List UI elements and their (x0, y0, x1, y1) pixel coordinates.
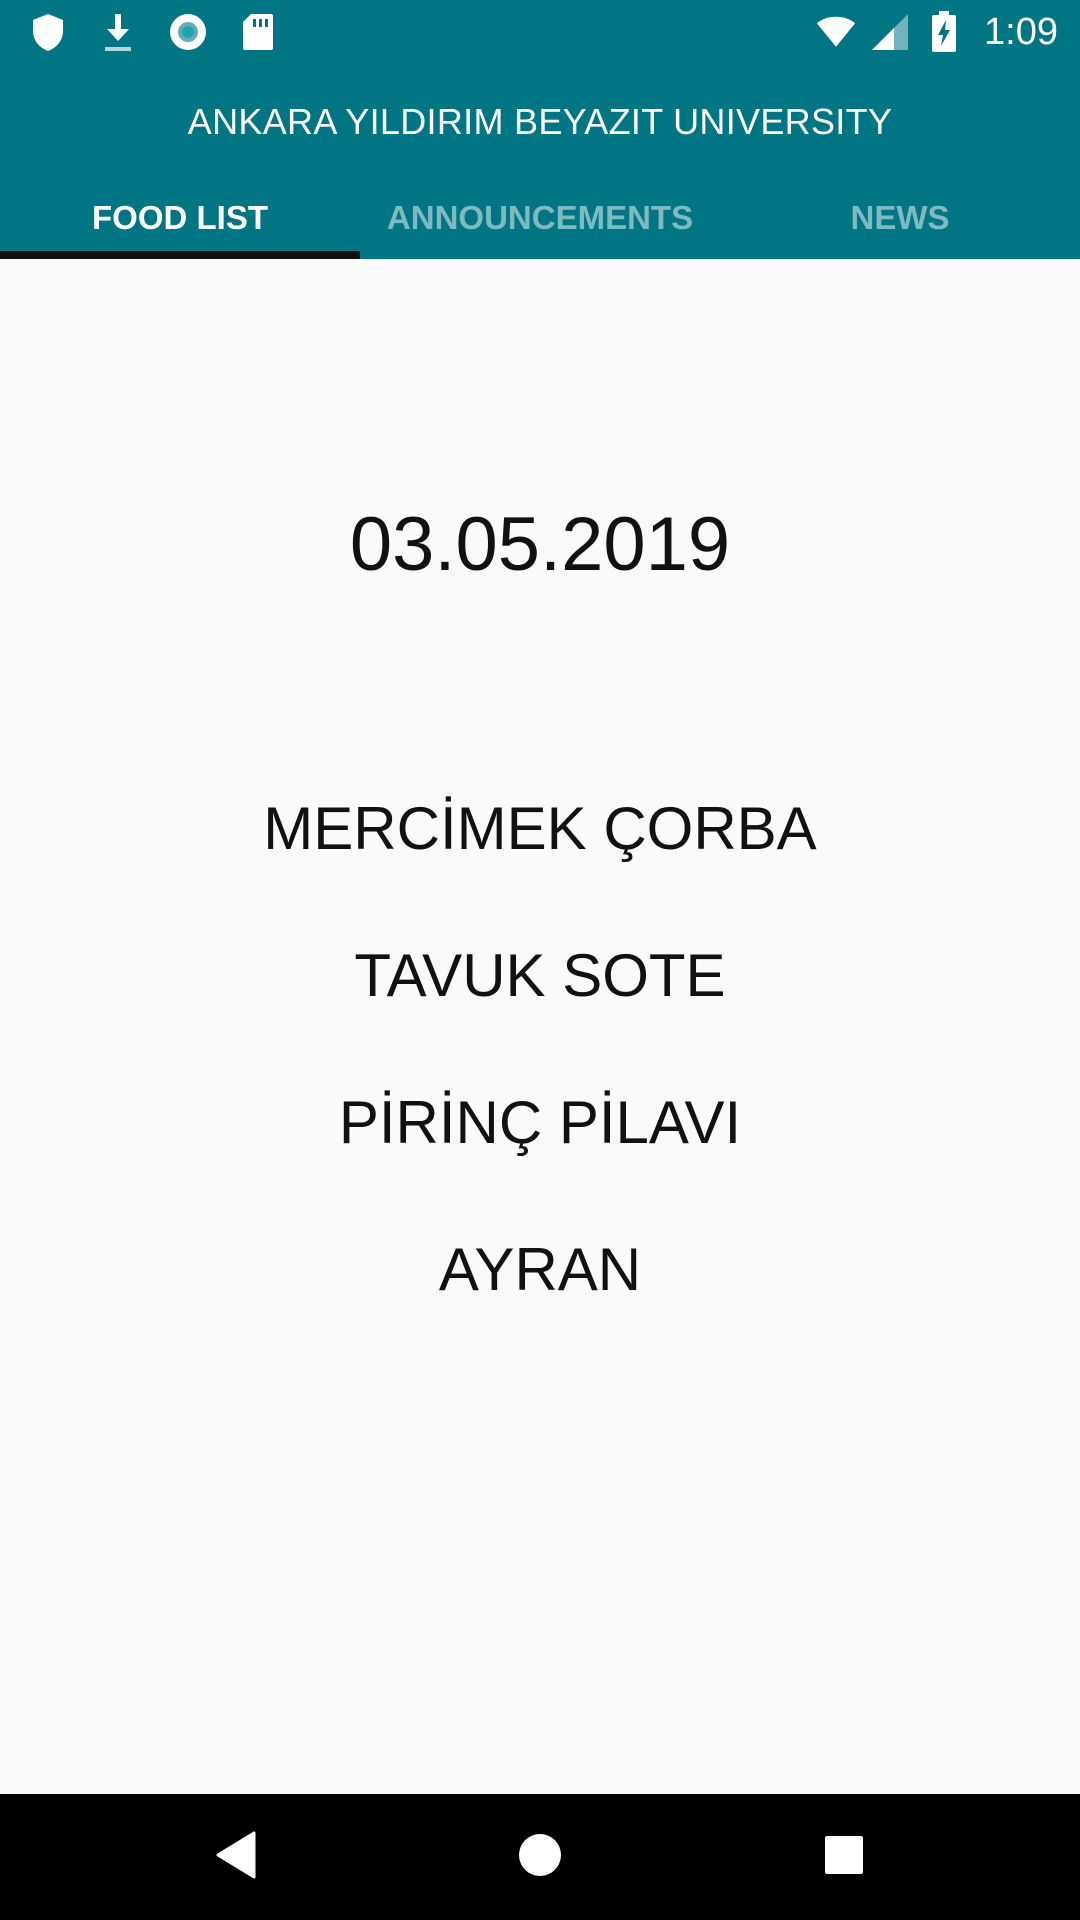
battery-charging-icon (924, 11, 964, 52)
food-list-page: 03.05.2019 MERCİMEK ÇORBA TAVUK SOTE PİR… (0, 259, 1080, 1794)
food-item: AYRAN (438, 1236, 642, 1303)
food-item: TAVUK SOTE (354, 942, 726, 1009)
shield-icon (28, 12, 68, 52)
back-icon (214, 1830, 258, 1885)
tab-food-list[interactable]: FOOD LIST (0, 199, 360, 259)
food-item: MERCİMEK ÇORBA (263, 795, 817, 862)
home-icon (518, 1833, 562, 1882)
food-item: PİRİNÇ PİLAVI (338, 1089, 742, 1156)
recents-button[interactable] (811, 1824, 877, 1890)
sd-card-icon (238, 12, 278, 52)
active-tab-indicator (0, 251, 360, 259)
back-button[interactable] (203, 1824, 269, 1890)
tab-news[interactable]: NEWS (720, 199, 1080, 259)
status-left-icons (28, 10, 278, 54)
download-icon (98, 12, 138, 52)
status-time: 1:09 (984, 11, 1058, 53)
menu-date: 03.05.2019 (349, 502, 731, 587)
screen: 1:09 ANKARA YILDIRIM BEYAZIT UNIVERSITY … (0, 0, 1080, 1920)
app-bar: ANKARA YILDIRIM BEYAZIT UNIVERSITY FOOD … (0, 63, 1080, 259)
home-button[interactable] (507, 1824, 573, 1890)
status-right-icons: 1:09 (816, 8, 1058, 56)
tab-bar: FOOD LIST ANNOUNCEMENTS NEWS (0, 199, 1080, 259)
recents-icon (824, 1835, 864, 1880)
food-list: MERCİMEK ÇORBA TAVUK SOTE PİRİNÇ PİLAVI … (0, 794, 1080, 1382)
tab-announcements[interactable]: ANNOUNCEMENTS (360, 199, 720, 259)
navigation-bar (0, 1794, 1080, 1920)
app-title: ANKARA YILDIRIM BEYAZIT UNIVERSITY (187, 101, 893, 142)
sync-circle-icon (168, 12, 208, 52)
wifi-icon (816, 12, 856, 52)
cell-signal-icon (870, 12, 910, 52)
status-bar: 1:09 (0, 0, 1080, 63)
